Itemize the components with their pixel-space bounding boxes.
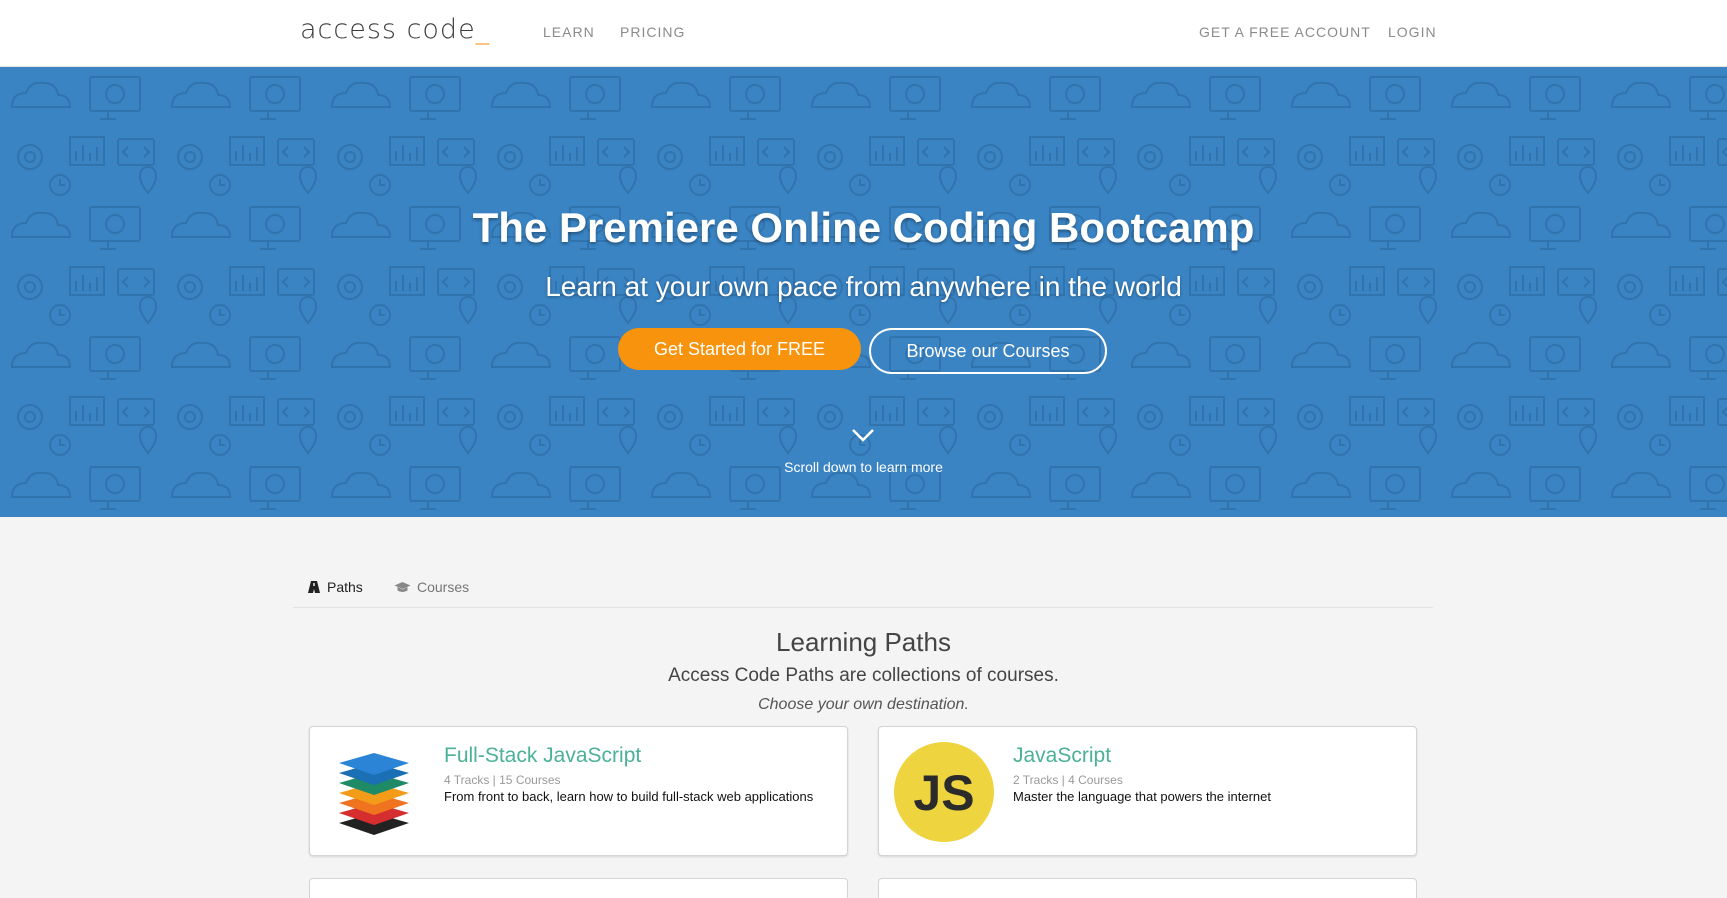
path-card-description: From front to back, learn how to build f… (444, 789, 814, 804)
js-logo-text: JS (913, 765, 974, 821)
scroll-hint: Scroll down to learn more (784, 459, 943, 475)
nav-login-link[interactable]: LOGIN (1388, 24, 1437, 40)
chevron-down-icon[interactable] (851, 427, 875, 443)
path-card-title: Full-Stack JavaScript (444, 744, 642, 767)
nav-pricing-link[interactable]: PRICING (620, 24, 685, 40)
logo-text: access code (300, 14, 476, 45)
tab-paths[interactable]: Paths (307, 579, 363, 595)
path-card-javascript[interactable]: JS JavaScript 2 Tracks | 4 Courses Maste… (878, 726, 1417, 856)
path-card-partial[interactable] (309, 878, 848, 898)
logo-cursor: _ (475, 14, 491, 45)
access-code-logo[interactable]: access code_ (300, 14, 490, 45)
path-card-full-stack-javascript[interactable]: Full-Stack JavaScript 4 Tracks | 15 Cour… (309, 726, 848, 856)
section-title: Learning Paths (776, 627, 951, 657)
section-note: Choose your own destination. (758, 696, 969, 713)
nav-free-account-link[interactable]: GET A FREE ACCOUNT (1199, 24, 1371, 40)
road-icon (308, 581, 320, 593)
path-card-description: Master the language that powers the inte… (1013, 789, 1271, 804)
hero-subtitle: Learn at your own pace from anywhere in … (545, 271, 1182, 302)
js-logo-icon: JS (894, 742, 994, 842)
path-card-title: JavaScript (1013, 744, 1112, 767)
tab-courses[interactable]: Courses (394, 579, 469, 595)
get-started-button[interactable]: Get Started for FREE (618, 328, 861, 370)
layers-stack-icon (339, 753, 409, 835)
path-card-partial[interactable] (878, 878, 1417, 898)
path-card-meta: 4 Tracks | 15 Courses (444, 773, 561, 787)
browse-courses-button[interactable]: Browse our Courses (869, 328, 1107, 374)
tab-courses-label: Courses (417, 579, 470, 595)
graduation-cap-icon (394, 581, 411, 592)
content-tabs: Paths Courses (293, 570, 1433, 608)
nav-learn-link[interactable]: LEARN (543, 24, 595, 40)
hero-banner: The Premiere Online Coding Bootcamp Lear… (0, 67, 1727, 517)
path-card-meta: 2 Tracks | 4 Courses (1013, 773, 1123, 787)
top-navbar: access code_ LEARN PRICING GET A FREE AC… (0, 0, 1727, 67)
hero-title: The Premiere Online Coding Bootcamp (472, 204, 1255, 251)
tab-paths-label: Paths (327, 579, 363, 595)
section-subtitle: Access Code Paths are collections of cou… (668, 665, 1059, 686)
